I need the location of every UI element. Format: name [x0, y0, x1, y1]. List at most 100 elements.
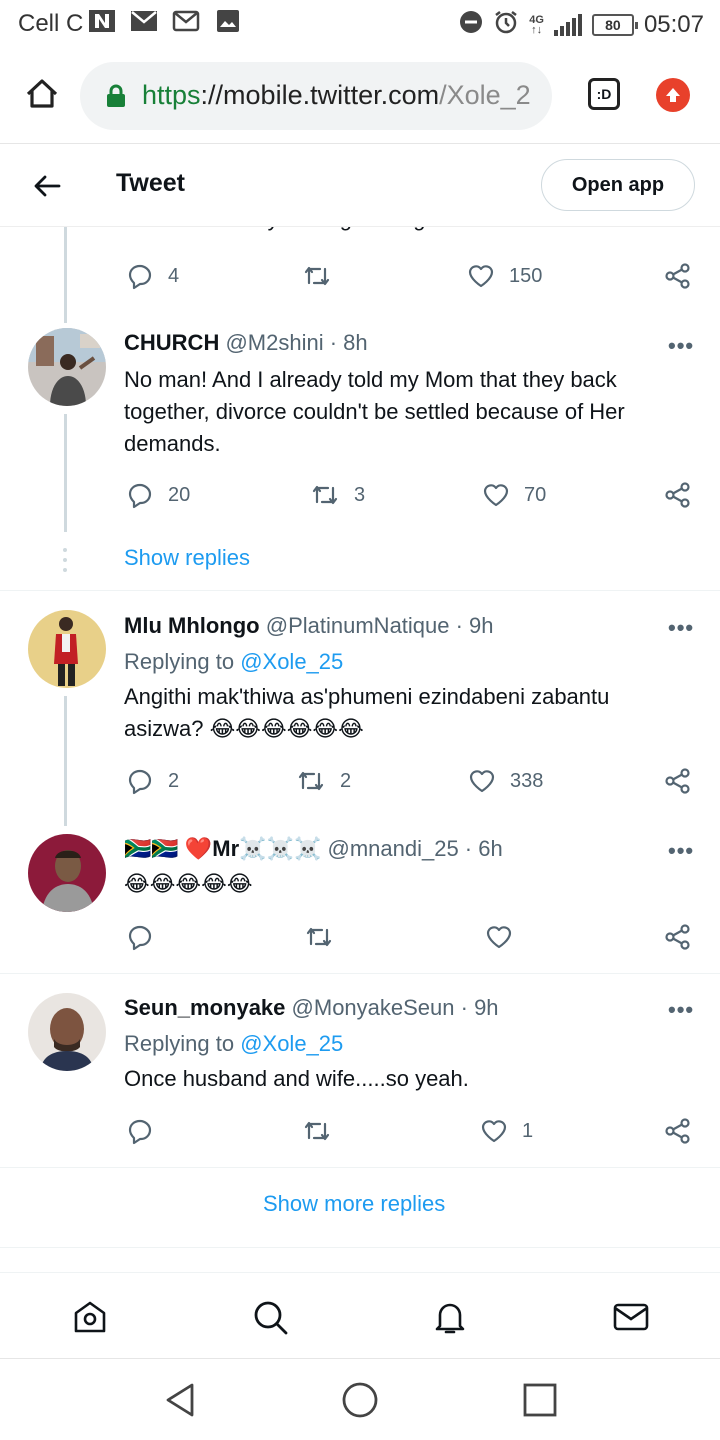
like-button[interactable]: 1: [480, 1117, 533, 1145]
retweet-icon: [304, 266, 330, 286]
browser-toolbar: https://mobile.twitter.com/Xole_2 :D: [0, 48, 720, 144]
thread-line: [64, 696, 67, 826]
retweet-icon: [298, 771, 324, 791]
dnd-icon: [459, 10, 483, 39]
back-arrow-icon[interactable]: [32, 171, 62, 206]
reply-button[interactable]: 20: [126, 481, 190, 509]
reply-icon: [128, 769, 152, 795]
share-icon: [665, 482, 690, 508]
back-icon[interactable]: [160, 1379, 202, 1421]
android-navigation-bar: [0, 1358, 720, 1440]
tweet-text: Once husband and wife.....so yeah.: [124, 1066, 469, 1091]
tweet-text: 😂😂😂😂😂: [124, 871, 253, 896]
mention-link[interactable]: @Xole_25: [240, 1031, 343, 1056]
like-icon: [483, 484, 509, 507]
update-icon[interactable]: [656, 78, 690, 112]
replying-to: Replying to @Xole_25: [124, 1031, 344, 1056]
share-button[interactable]: [664, 923, 692, 951]
open-app-button[interactable]: Open app: [541, 159, 695, 211]
like-icon: [486, 926, 512, 949]
n-app-icon: [88, 8, 116, 34]
retweet-button[interactable]: [302, 262, 346, 290]
like-icon: [481, 1120, 507, 1143]
share-button[interactable]: [664, 767, 692, 795]
search-icon[interactable]: [250, 1297, 290, 1337]
divider: [0, 973, 720, 974]
mention-link[interactable]: @Xole_25: [240, 649, 343, 674]
tweet-text: No man! And I already told my Mom that t…: [124, 367, 625, 456]
like-button[interactable]: 338: [468, 767, 543, 795]
home-icon[interactable]: [22, 74, 62, 114]
network-type: 4G ↑↓: [529, 13, 544, 36]
retweet-button[interactable]: 3: [310, 481, 365, 509]
reply-button[interactable]: 4: [126, 262, 179, 290]
address-bar[interactable]: https://mobile.twitter.com/Xole_2: [80, 62, 552, 130]
retweet-button[interactable]: [304, 923, 348, 951]
like-button[interactable]: 70: [482, 481, 546, 509]
divider: [0, 590, 720, 591]
mail-icon[interactable]: [611, 1297, 651, 1337]
signal-icon: [553, 13, 582, 36]
tweet-author[interactable]: 🇿🇦🇿🇦 ❤️Mr☠️☠️☠️ @mnandi_25 · 6h: [124, 836, 503, 862]
show-replies-link[interactable]: Show replies: [124, 545, 250, 571]
more-options-icon[interactable]: •••: [668, 333, 694, 359]
share-icon: [665, 768, 690, 794]
reply-icon: [128, 1119, 152, 1145]
battery-indicator: 80: [591, 13, 638, 36]
divider: [0, 1167, 720, 1168]
reply-icon: [128, 264, 152, 290]
show-more-replies-link[interactable]: Show more replies: [263, 1191, 445, 1217]
message-icon: [130, 8, 158, 34]
url-text: https://mobile.twitter.com/Xole_2: [142, 80, 531, 110]
more-options-icon[interactable]: •••: [668, 997, 694, 1023]
retweet-icon: [304, 1121, 330, 1141]
home-icon[interactable]: [70, 1297, 110, 1337]
gmail-icon: [172, 8, 200, 34]
like-icon: [468, 265, 494, 288]
more-options-icon[interactable]: •••: [668, 838, 694, 864]
avatar[interactable]: [28, 834, 106, 912]
share-button[interactable]: [664, 481, 692, 509]
thread-line: [64, 227, 67, 323]
reply-icon: [128, 483, 152, 509]
retweet-icon: [306, 927, 332, 947]
clock: 05:07: [643, 10, 704, 38]
retweet-icon: [312, 485, 338, 505]
retweet-button[interactable]: 2: [296, 767, 351, 795]
lock-icon: [106, 84, 126, 113]
avatar[interactable]: [28, 993, 106, 1071]
more-options-icon[interactable]: •••: [668, 615, 694, 641]
alarm-icon: [493, 9, 519, 40]
replying-to: Replying to @Xole_25: [124, 649, 344, 674]
share-button[interactable]: [664, 1117, 692, 1145]
page-title: Tweet: [116, 169, 185, 197]
thread-dots: [63, 548, 67, 572]
like-button[interactable]: [485, 923, 527, 951]
reply-button[interactable]: [126, 1117, 168, 1145]
retweet-button[interactable]: [302, 1117, 346, 1145]
tweet-text: Angithi mak'thiwa as'phumeni ezindabeni …: [124, 684, 610, 741]
share-icon: [665, 924, 690, 950]
reply-icon: [128, 925, 152, 951]
gallery-icon: [214, 8, 242, 34]
share-button[interactable]: [664, 262, 692, 290]
bell-icon[interactable]: [430, 1297, 470, 1337]
tweet-author[interactable]: CHURCH @M2shini · 8h: [124, 330, 368, 356]
tweet-author[interactable]: Mlu Mhlongo @PlatinumNatique · 9h: [124, 613, 494, 639]
tab-switcher-button[interactable]: :D: [588, 78, 620, 110]
like-icon: [469, 770, 495, 793]
carrier-name: Cell C: [18, 10, 84, 37]
reply-button[interactable]: [126, 923, 168, 951]
notification-icons: [88, 8, 242, 34]
avatar[interactable]: [28, 328, 106, 406]
status-bar: Cell C 4G ↑↓ 80 05:07: [0, 0, 720, 48]
share-icon: [665, 1118, 690, 1144]
home-circle-icon[interactable]: [339, 1379, 381, 1421]
tweet-author[interactable]: Seun_monyake @MonyakeSeun · 9h: [124, 995, 499, 1021]
like-button[interactable]: 150: [467, 262, 542, 290]
recents-icon[interactable]: [519, 1379, 561, 1421]
twitter-bottom-nav: [0, 1272, 720, 1358]
thread-line: [64, 414, 67, 532]
avatar[interactable]: [28, 610, 106, 688]
reply-button[interactable]: 2: [126, 767, 179, 795]
